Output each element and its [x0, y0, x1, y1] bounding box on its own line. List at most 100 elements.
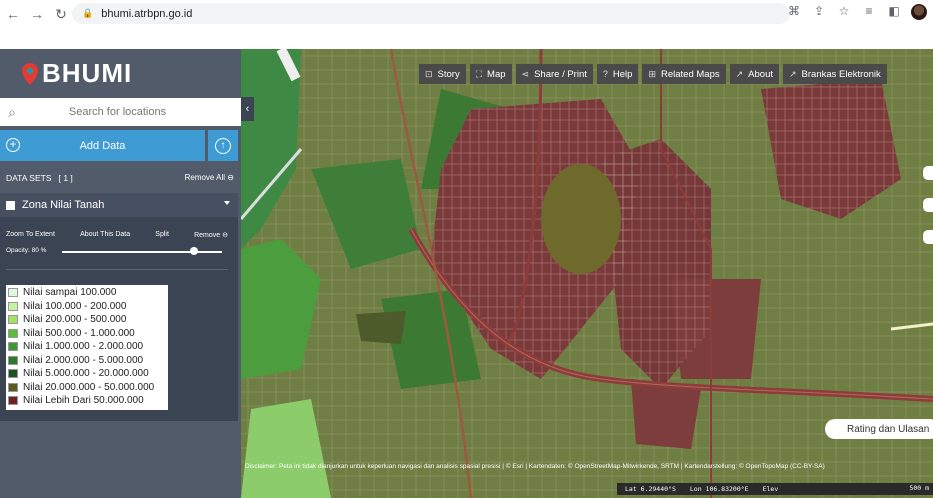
back-icon[interactable]: ← — [2, 3, 24, 25]
dataset-title-row[interactable]: Zona Nilai Tanah — [0, 193, 238, 217]
help-icon: ? — [602, 69, 608, 79]
rating-button[interactable]: Rating dan Ulasan — [825, 419, 933, 439]
legend: Nilai sampai 100.000 Nilai 100.000 - 200.… — [6, 285, 168, 410]
longitude-readout: Lon 106.83200°E — [689, 485, 749, 493]
toolbar-button-label: About — [748, 68, 773, 80]
legend-label: Nilai 5.000.000 - 20.000.000 — [23, 368, 149, 380]
remove-label: Remove — [194, 232, 221, 239]
legend-label: Nilai 200.000 - 500.000 — [23, 314, 127, 326]
story-icon: ⊡ — [425, 68, 433, 79]
map-icon: ⛶ — [475, 68, 483, 79]
toolbar-button-label: Help — [612, 68, 633, 80]
toolbar-button-about[interactable]: ↗ About — [729, 64, 779, 84]
legend-item: Nilai 500.000 - 1.000.000 — [8, 327, 166, 341]
remove-circle-icon: ⊖ — [227, 173, 234, 182]
datasets-count: [ 1 ] — [58, 173, 73, 183]
add-data-button[interactable]: + Add Data — [0, 130, 205, 161]
reading-list-icon[interactable]: ≡ — [861, 4, 877, 20]
datasets-title: DATA SETS — [6, 173, 52, 183]
legend-label: Nilai 20.000.000 - 50.000.000 — [23, 381, 155, 393]
opacity-slider-track[interactable] — [62, 251, 222, 253]
compass-icon[interactable] — [923, 166, 933, 180]
elevation-readout: Elev — [762, 485, 779, 493]
zoom-to-extent-button[interactable]: Zoom To Extent — [6, 231, 55, 239]
legend-item: Nilai 2.000.000 - 5.000.000 — [8, 354, 166, 368]
logo-pin-icon — [22, 62, 38, 85]
opacity-slider-handle[interactable] — [190, 247, 198, 255]
upload-icon: ↑ — [215, 137, 231, 154]
legend-swatch — [8, 382, 18, 392]
share-page-icon[interactable]: ⇪ — [811, 4, 827, 20]
grid-icon: ⊞ — [648, 68, 656, 79]
legend-item: Nilai 100.000 - 200.000 — [8, 300, 166, 314]
sidebar: BHUMI ⌕ + Add Data ↑ DATA SETS [ 1 ] Rem… — [0, 49, 241, 498]
address-bar[interactable]: 🔒 bhumi.atrbpn.go.id — [72, 3, 790, 24]
toolbar-button-label: Related Maps — [661, 68, 720, 80]
legend-item: Nilai 20.000.000 - 50.000.000 — [8, 381, 166, 395]
opacity-control: Opacity: 80 % — [6, 247, 228, 257]
search-icon: ⌕ — [8, 103, 16, 120]
legend-label: Nilai 500.000 - 1.000.000 — [23, 327, 135, 339]
toolbar-button-related-maps[interactable]: ⊞ Related Maps — [642, 64, 726, 84]
url-text: bhumi.atrbpn.go.id — [101, 7, 193, 20]
legend-item: Nilai sampai 100.000 — [8, 286, 166, 300]
about-data-button[interactable]: About This Data — [80, 231, 130, 239]
forward-icon[interactable]: → — [26, 3, 48, 25]
divider — [6, 269, 228, 270]
browser-toolbar: ← → ↻ 🔒 bhumi.atrbpn.go.id ⌘ ⇪ ☆ ≡ ◧ — [0, 0, 933, 28]
reload-icon[interactable]: ↻ — [50, 3, 72, 25]
legend-swatch — [8, 288, 18, 298]
search-input[interactable] — [24, 106, 241, 118]
coordinates-bar: Lat 6.29440°S Lon 106.83200°E Elev 500 m — [617, 483, 933, 495]
split-button[interactable]: Split — [155, 231, 169, 239]
toolbar-button-share-print[interactable]: ⋖ Share / Print — [515, 64, 593, 84]
toolbar-button-label: Story — [437, 68, 460, 80]
translate-icon[interactable]: ⌘ — [786, 4, 802, 20]
upload-button[interactable]: ↑ — [208, 130, 238, 161]
toolbar-button-label: Map — [487, 68, 506, 80]
latitude-readout: Lat 6.29440°S — [625, 485, 676, 493]
legend-item: Nilai 5.000.000 - 20.000.000 — [8, 367, 166, 381]
remove-button[interactable]: Remove ⊖ — [194, 231, 228, 239]
legend-swatch — [8, 328, 18, 338]
legend-label: Nilai 2.000.000 - 5.000.000 — [23, 354, 144, 366]
legend-item: Nilai 200.000 - 500.000 — [8, 313, 166, 327]
lock-icon: 🔒 — [82, 8, 94, 18]
legend-label: Nilai 100.000 - 200.000 — [23, 300, 127, 312]
add-data-label: Add Data — [79, 139, 126, 152]
legend-swatch — [8, 355, 18, 365]
zoom-in-icon[interactable] — [923, 198, 933, 212]
sidepanel-icon[interactable]: ◧ — [886, 4, 902, 20]
datasets-header: DATA SETS [ 1 ] Remove All ⊖ — [6, 173, 234, 187]
opacity-label: Opacity: 80 % — [6, 247, 47, 254]
profile-avatar[interactable] — [911, 4, 927, 20]
plus-icon: + — [6, 138, 20, 152]
add-data-row: + Add Data ↑ — [0, 130, 241, 161]
logo-text: BHUMI — [42, 58, 133, 88]
scale-bar: 500 m — [909, 484, 929, 492]
dataset-actions: Zoom To Extent About This Data Split Rem… — [6, 231, 228, 239]
toolbar-button-help[interactable]: ? Help — [596, 64, 639, 84]
toolbar-button-story[interactable]: ⊡ Story — [419, 64, 466, 84]
legend-item: Nilai Lebih Dari 50.000.000 — [8, 394, 166, 408]
dataset-visibility-checkbox[interactable] — [6, 200, 15, 210]
toolbar-button-label: Share / Print — [534, 68, 587, 80]
search-bar: ⌕ — [0, 98, 241, 126]
legend-swatch — [8, 301, 18, 311]
share-icon: ⋖ — [521, 68, 530, 79]
external-link-icon: ↗ — [735, 68, 744, 79]
toolbar-button-map[interactable]: ⛶ Map — [469, 64, 512, 84]
legend-label: Nilai Lebih Dari 50.000.000 — [23, 395, 144, 407]
external-link-icon: ↗ — [789, 68, 797, 79]
collapse-sidebar-button[interactable]: ‹ — [241, 97, 254, 121]
zoom-out-icon[interactable] — [923, 230, 933, 244]
chevron-down-icon[interactable] — [224, 201, 230, 205]
app-logo[interactable]: BHUMI — [0, 49, 241, 98]
toolbar-button-brankas-elektronik[interactable]: ↗ Brankas Elektronik — [783, 64, 887, 84]
remove-all-button[interactable]: Remove All ⊖ — [185, 173, 234, 187]
legend-label: Nilai sampai 100.000 — [23, 287, 117, 299]
toolbar-button-label: Brankas Elektronik — [801, 68, 881, 80]
bookmark-star-icon[interactable]: ☆ — [836, 4, 852, 20]
remove-icon: ⊖ — [222, 232, 228, 239]
map-disclaimer: Disclaimer: Peta ini tidak dianjurkan un… — [245, 463, 825, 470]
